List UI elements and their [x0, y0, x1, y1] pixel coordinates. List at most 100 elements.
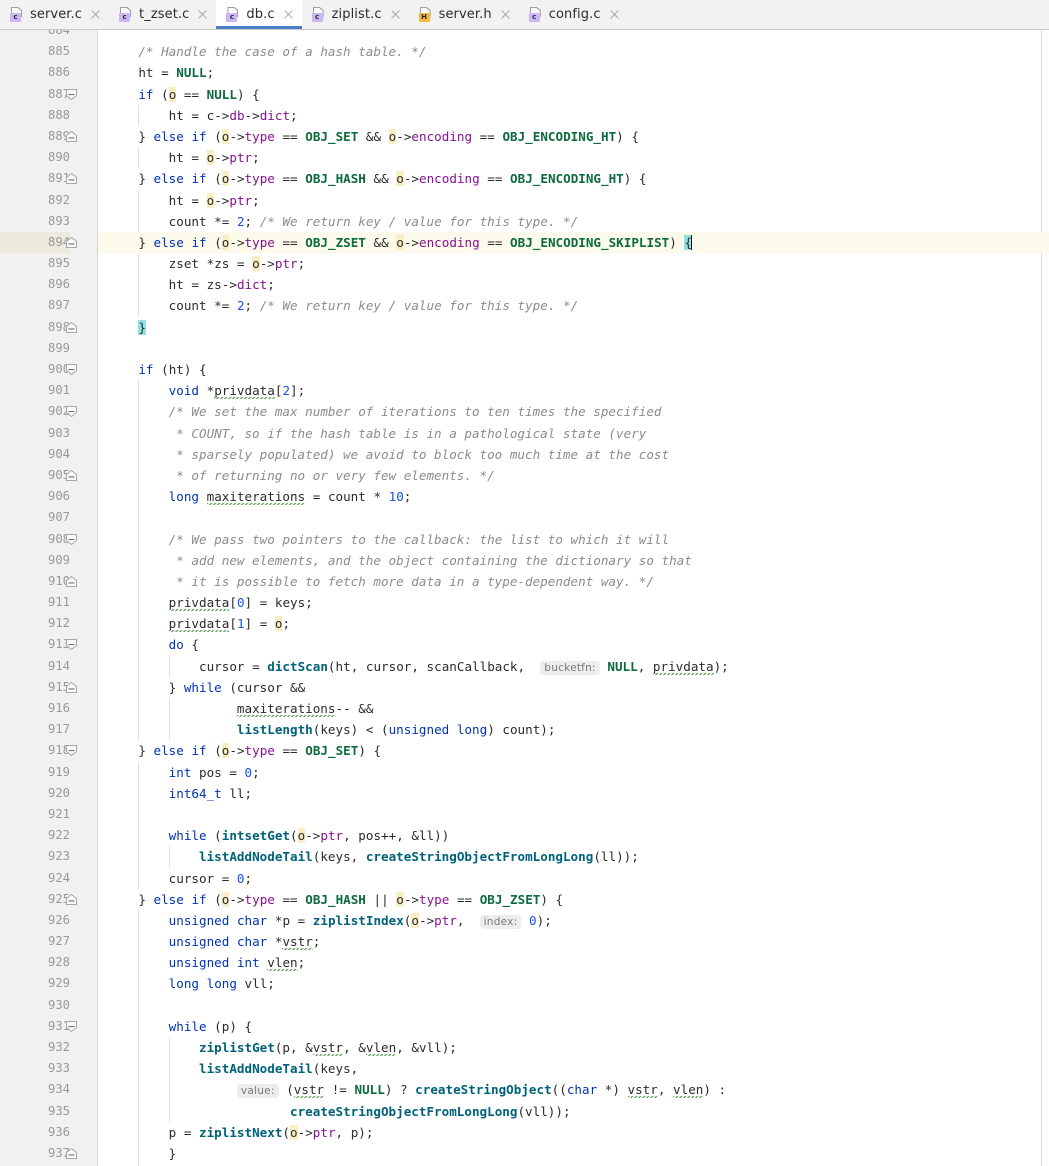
code-text[interactable]: ht = o->ptr;: [108, 147, 260, 168]
close-icon[interactable]: [389, 8, 402, 21]
fold-end-icon[interactable]: [66, 236, 77, 248]
code-line[interactable]: 923 listAddNodeTail(keys, createStringOb…: [0, 846, 1049, 868]
code-text[interactable]: }: [108, 317, 146, 338]
code-line[interactable]: 917 listLength(keys) < (unsigned long) c…: [0, 719, 1049, 741]
close-icon[interactable]: [196, 8, 209, 21]
code-text[interactable]: } else if (o->type == OBJ_HASH && o->enc…: [108, 168, 647, 189]
code-line[interactable]: 929 long long vll;: [0, 973, 1049, 995]
code-text[interactable]: * sparsely populated) we avoid to block …: [108, 444, 669, 465]
code-text[interactable]: privdata[1] = o;: [108, 613, 290, 634]
code-line[interactable]: 888 ht = c->db->dict;: [0, 104, 1049, 126]
code-editor[interactable]: 884 885 /* Handle the case of a hash tabl…: [0, 30, 1049, 1166]
code-text[interactable]: } while (cursor &&: [108, 677, 306, 698]
code-text[interactable]: createStringObjectFromLongLong(vll));: [108, 1101, 571, 1122]
code-line[interactable]: 909 * add new elements, and the object c…: [0, 549, 1049, 571]
code-line[interactable]: 898 }: [0, 317, 1049, 338]
code-text[interactable]: ziplistGet(p, &vstr, &vlen, &vll);: [108, 1037, 457, 1058]
code-line[interactable]: 896 ht = zs->dict;: [0, 274, 1049, 296]
code-line[interactable]: 913 do {: [0, 634, 1049, 656]
code-line[interactable]: 895 zset *zs = o->ptr;: [0, 253, 1049, 275]
fold-end-icon[interactable]: [66, 575, 77, 587]
code-line[interactable]: 934 value: (vstr != NULL) ? createString…: [0, 1079, 1049, 1102]
code-text[interactable]: long maxiterations = count * 10;: [108, 486, 411, 507]
fold-collapse-icon[interactable]: [66, 1020, 77, 1032]
code-text[interactable]: }: [108, 1143, 177, 1164]
code-text[interactable]: * COUNT, so if the hash table is in a pa…: [108, 423, 646, 444]
fold-collapse-icon[interactable]: [66, 364, 77, 375]
code-line[interactable]: 933 listAddNodeTail(keys,: [0, 1058, 1049, 1080]
close-icon[interactable]: [89, 8, 102, 21]
code-line[interactable]: 910 * it is possible to fetch more data …: [0, 570, 1049, 593]
close-icon[interactable]: [282, 8, 295, 21]
code-text[interactable]: cursor = dictScan(ht, cursor, scanCallba…: [108, 656, 729, 679]
code-line[interactable]: 920 int64_t ll;: [0, 782, 1049, 804]
fold-end-icon[interactable]: [66, 893, 77, 905]
code-text[interactable]: if (ht) {: [108, 359, 206, 380]
close-icon[interactable]: [499, 8, 512, 21]
code-text[interactable]: count *= 2; /* We return key / value for…: [108, 295, 578, 316]
code-text[interactable]: count *= 2; /* We return key / value for…: [108, 211, 578, 232]
code-text[interactable]: } else if (o->type == OBJ_ZSET && o->enc…: [108, 232, 693, 253]
code-line[interactable]: 912 privdata[1] = o;: [0, 613, 1049, 635]
fold-collapse-icon[interactable]: [66, 745, 77, 757]
code-line[interactable]: 885 /* Handle the case of a hash table. …: [0, 41, 1049, 62]
code-text[interactable]: /* We pass two pointers to the callback:…: [108, 529, 669, 550]
code-line[interactable]: 915 } while (cursor &&: [0, 676, 1049, 698]
code-line[interactable]: 922 while (intsetGet(o->ptr, pos++, &ll)…: [0, 825, 1049, 847]
code-line[interactable]: 904 * sparsely populated) we avoid to bl…: [0, 443, 1049, 465]
code-text[interactable]: while (p) {: [108, 1016, 252, 1037]
fold-end-icon[interactable]: [66, 173, 77, 185]
code-text[interactable]: privdata[0] = keys;: [108, 592, 313, 613]
code-text[interactable]: maxiterations-- &&: [108, 698, 373, 719]
close-icon[interactable]: [608, 8, 621, 21]
code-text[interactable]: ht = NULL;: [108, 62, 214, 83]
code-text[interactable]: } else if (o->type == OBJ_HASH || o->typ…: [108, 889, 563, 910]
code-line[interactable]: 887 if (o == NULL) {: [0, 84, 1049, 105]
fold-end-icon[interactable]: [66, 321, 77, 333]
fold-collapse-icon[interactable]: [66, 406, 77, 418]
code-line[interactable]: 884: [0, 30, 1049, 41]
code-text[interactable]: unsigned int vlen;: [108, 952, 305, 973]
fold-end-icon[interactable]: [66, 1147, 77, 1159]
code-line[interactable]: 905 * of returning no or very few elemen…: [0, 464, 1049, 487]
code-text[interactable]: unsigned char *p = ziplistIndex(o->ptr, …: [108, 910, 552, 933]
tab-ziplist-c[interactable]: c ziplist.c: [302, 0, 409, 29]
tab-db-c[interactable]: c db.c: [216, 0, 302, 29]
code-line[interactable]: 916 maxiterations-- &&: [0, 698, 1049, 720]
tab-config-c[interactable]: c config.c: [519, 0, 628, 29]
code-text[interactable]: value: (vstr != NULL) ? createStringObje…: [108, 1079, 726, 1102]
code-line[interactable]: 903 * COUNT, so if the hash table is in …: [0, 422, 1049, 444]
code-line[interactable]: 935 createStringObjectFromLongLong(vll))…: [0, 1100, 1049, 1122]
code-text[interactable]: } else if (o->type == OBJ_SET && o->enco…: [108, 126, 639, 147]
code-line[interactable]: 936 p = ziplistNext(o->ptr, p);: [0, 1121, 1049, 1143]
fold-collapse-icon[interactable]: [66, 88, 77, 100]
code-line[interactable]: 921: [0, 803, 1049, 826]
code-text[interactable]: * add new elements, and the object conta…: [108, 550, 692, 571]
fold-collapse-icon[interactable]: [66, 533, 77, 545]
code-line[interactable]: 931 while (p) {: [0, 1015, 1049, 1037]
code-line[interactable]: 890 ht = o->ptr;: [0, 147, 1049, 169]
code-text[interactable]: listAddNodeTail(keys,: [108, 1058, 358, 1079]
code-text[interactable]: * it is possible to fetch more data in a…: [108, 571, 654, 592]
code-text[interactable]: * of returning no or very few elements. …: [108, 465, 494, 486]
code-text[interactable]: while (intsetGet(o->ptr, pos++, &ll)): [108, 825, 449, 846]
code-line[interactable]: 932 ziplistGet(p, &vstr, &vlen, &vll);: [0, 1037, 1049, 1059]
code-text[interactable]: /* We set the max number of iterations t…: [108, 401, 662, 422]
code-line[interactable]: 900 if (ht) {: [0, 359, 1049, 380]
fold-end-icon[interactable]: [66, 469, 77, 481]
code-line[interactable]: 907: [0, 507, 1049, 529]
code-text[interactable]: do {: [108, 634, 199, 655]
code-line[interactable]: 906 long maxiterations = count * 10;: [0, 486, 1049, 508]
code-text[interactable]: ht = c->db->dict;: [108, 105, 298, 126]
code-line[interactable]: 899: [0, 338, 1049, 359]
code-line[interactable]: 894 } else if (o->type == OBJ_ZSET && o-…: [0, 231, 1049, 254]
code-text[interactable]: ht = zs->dict;: [108, 274, 275, 295]
code-text[interactable]: zset *zs = o->ptr;: [108, 253, 305, 274]
code-text[interactable]: } else if (o->type == OBJ_SET) {: [108, 740, 381, 761]
fold-collapse-icon[interactable]: [66, 639, 77, 651]
code-text[interactable]: void *privdata[2];: [108, 380, 305, 401]
code-text[interactable]: /* Handle the case of a hash table. */: [108, 41, 426, 62]
code-line[interactable]: 893 count *= 2; /* We return key / value…: [0, 210, 1049, 232]
tab-server-h[interactable]: Hserver.h: [409, 0, 519, 29]
code-line[interactable]: 928 unsigned int vlen;: [0, 952, 1049, 974]
